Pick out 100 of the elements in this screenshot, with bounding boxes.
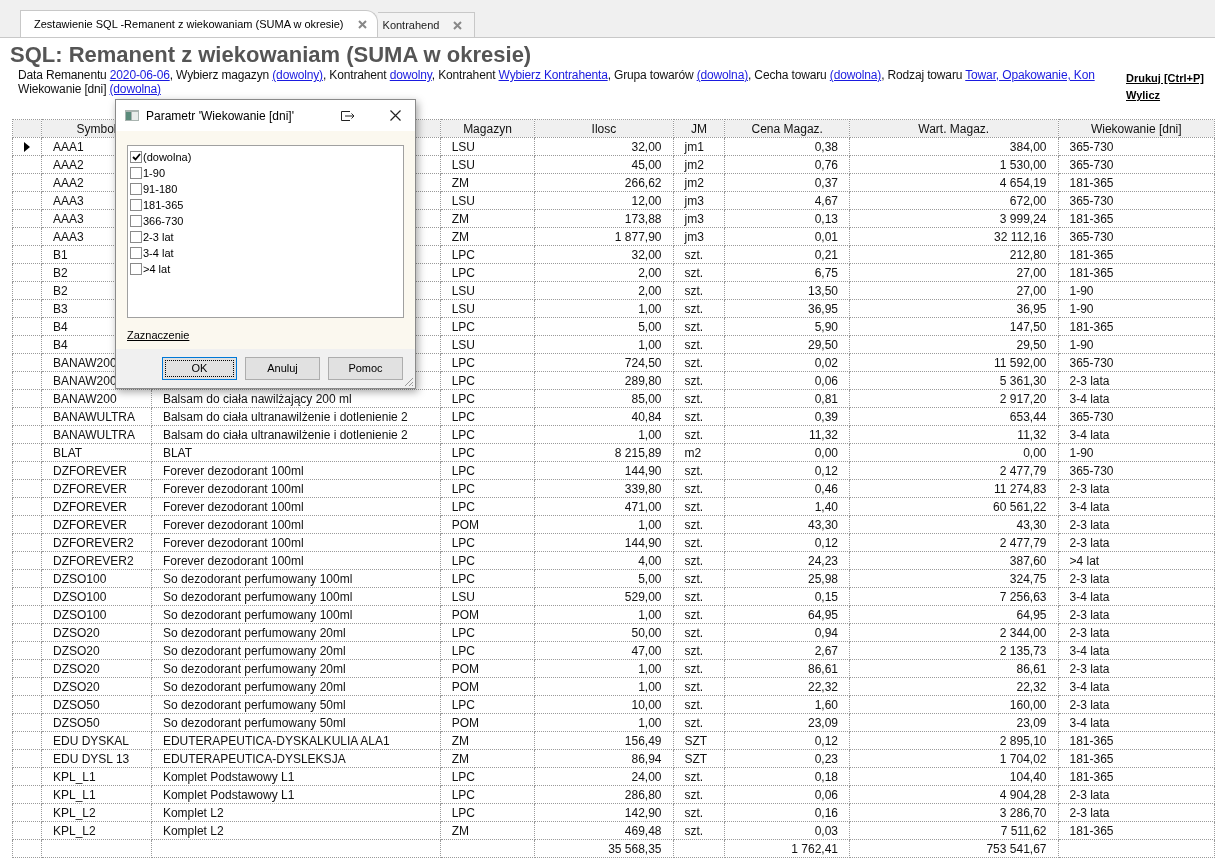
tab[interactable]: Kontrahend [377,12,476,37]
table-cell: 160,00 [849,695,1058,714]
table-cell: 1,00 [534,515,673,534]
table-cell: 3-4 lata [1058,641,1215,660]
table-cell: 365-730 [1058,137,1215,156]
table-cell: 5,90 [724,317,850,336]
table-cell: DZSO50 [41,695,152,714]
close-icon[interactable] [390,110,401,121]
table-cell: POM [440,659,535,678]
table-cell: 2-3 lata [1058,659,1215,678]
table-cell: LSU [440,587,535,606]
parameter-line: Wiekowanie [dni] (dowolna) [18,82,162,96]
column-header[interactable]: Wart. Magaz. [849,119,1058,138]
action-link[interactable]: Wylicz [1126,88,1210,102]
tab[interactable]: Zestawienie SQL -Remanent z wiekowaniam (SUMA w okresie) [20,10,378,37]
table-cell: KPL_L1 [41,785,152,804]
table-cell: m2 [673,443,725,462]
table-cell: Komplet Podstawowy L1 [151,767,441,786]
table-cell: 4 654,19 [849,173,1058,192]
column-header[interactable]: JM [673,119,725,138]
column-header[interactable]: Wiekowanie [dni] [1058,119,1215,138]
checkbox[interactable] [130,231,142,243]
checkbox[interactable] [130,263,142,275]
table-cell: 3 999,24 [849,209,1058,228]
table-cell: 0,23 [724,749,850,768]
parameter-link[interactable]: Wybierz Kontrahenta [498,68,608,82]
table-cell: 0,37 [724,173,850,192]
table-cell: szt. [673,551,725,570]
table-cell: 324,75 [849,569,1058,588]
resize-grip-icon[interactable] [402,375,414,387]
parameter-link[interactable]: Towar, Opakowanie, Kon [965,68,1095,82]
table-cell: szt. [673,461,725,480]
dialog-button[interactable]: Anuluj [245,357,320,380]
table-cell: 0,12 [724,533,850,552]
table-cell: 0,00 [724,443,850,462]
table-cell: 0,03 [724,821,850,840]
table-cell: 0,46 [724,479,850,498]
parameter-link[interactable]: dowolny [389,68,432,82]
table-cell: Forever dezodorant 100ml [151,515,441,534]
table-cell: 6,75 [724,263,850,282]
table-cell: 0,02 [724,353,850,372]
checkbox[interactable] [130,151,142,163]
table-cell: 1,60 [724,695,850,714]
table-cell: LSU [440,191,535,210]
dock-icon[interactable] [341,110,355,121]
table-cell: POM [440,515,535,534]
column-header[interactable]: Magazyn [440,119,535,138]
table-cell: So dezodorant perfumowany 50ml [151,695,441,714]
table-cell: 672,00 [849,191,1058,210]
table-cell: 27,00 [849,281,1058,300]
table-cell: KPL_L1 [41,767,152,786]
table-cell: 1-90 [1058,299,1215,318]
table-cell: 45,00 [534,155,673,174]
current-row-icon [24,141,30,152]
parameter-link[interactable]: (dowolna) [109,82,161,96]
parameter-link[interactable]: (dowolny) [272,68,323,82]
table-cell: 0,13 [724,209,850,228]
table-cell: 2 135,73 [849,641,1058,660]
table-cell: LPC [440,497,535,516]
table-cell: 0,76 [724,155,850,174]
dialog-button[interactable]: Pomoc [328,357,403,380]
table-cell: szt. [673,317,725,336]
table-cell: szt. [673,785,725,804]
table-cell: 0,01 [724,227,850,246]
table-cell: 2-3 lata [1058,605,1215,624]
table-cell: szt. [673,767,725,786]
table-cell: 10,00 [534,695,673,714]
table-cell: 1-90 [1058,335,1215,354]
checkbox[interactable] [130,183,142,195]
table-cell: szt. [673,641,725,660]
checkbox[interactable] [130,215,142,227]
table-cell: 147,50 [849,317,1058,336]
dialog-button[interactable]: OK [162,357,237,380]
table-cell: 11,32 [724,425,850,444]
checkbox[interactable] [130,167,142,179]
table-cell: 24,00 [534,767,673,786]
table-cell: LPC [440,263,535,282]
table-cell: LPC [440,389,535,408]
table-cell: szt. [673,713,725,732]
table-cell: LPC [440,767,535,786]
checkbox[interactable] [130,199,142,211]
table-cell: 365-730 [1058,461,1215,480]
table-cell: Balsam do ciała ultranawilżenie i dotlenienie 2 [151,407,441,426]
column-header[interactable]: Ilosc [534,119,673,138]
total-cell: 753 541,67 [849,839,1058,858]
table-cell: 144,90 [534,533,673,552]
table-cell: Komplet L2 [151,803,441,822]
table-cell: szt. [673,623,725,642]
table-cell: 266,62 [534,173,673,192]
checkbox[interactable] [130,247,142,259]
action-link[interactable]: Drukuj [Ctrl+P] [1126,71,1210,85]
table-cell: 0,06 [724,785,850,804]
table-cell: LPC [440,371,535,390]
table-cell: DZSO20 [41,623,152,642]
total-cell: 35 568,35 [534,839,673,858]
parameter-link[interactable]: 2020-06-06 [109,68,170,82]
parameter-link[interactable]: (dowolna) [696,68,748,82]
table-cell: LPC [440,425,535,444]
column-header[interactable]: Cena Magaz. [724,119,850,138]
table-cell: szt. [673,803,725,822]
